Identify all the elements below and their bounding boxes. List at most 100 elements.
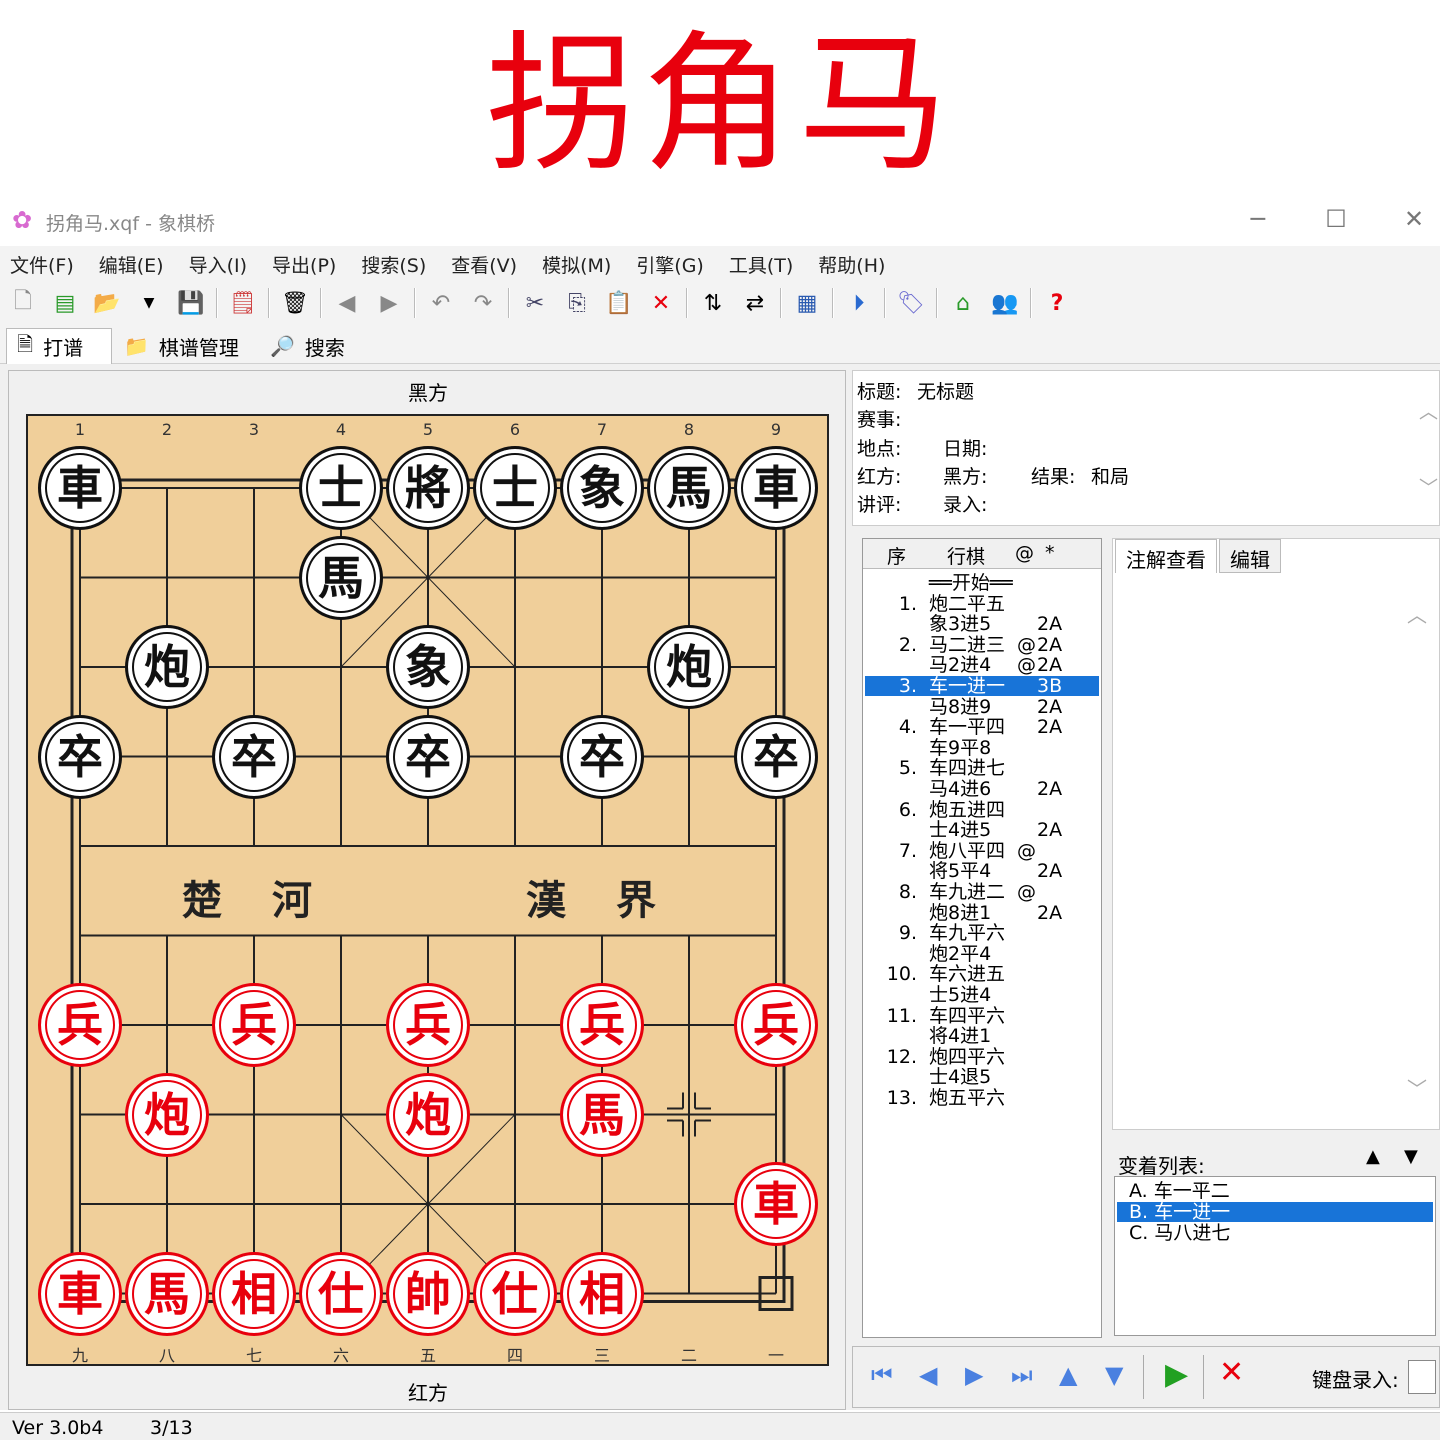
move-row[interactable]: 6. 炮五进四 — [865, 800, 1099, 820]
header-move[interactable]: 行棋 — [947, 542, 985, 569]
previous-move-icon[interactable]: ◀ — [919, 1361, 937, 1389]
black-piece[interactable]: 車 — [734, 446, 818, 530]
flip-vertical-icon[interactable]: ⇅ — [696, 286, 730, 320]
move-row[interactable]: 13. 炮五平六 — [865, 1088, 1099, 1108]
red-piece[interactable]: 炮 — [125, 1072, 209, 1157]
move-row[interactable]: 5. 车四进七 — [865, 758, 1099, 778]
copy-icon[interactable]: ⎘ — [560, 286, 594, 320]
move-row[interactable]: ══开始══ — [865, 573, 1099, 593]
list-icon[interactable]: ▤ — [48, 286, 82, 320]
move-row[interactable]: 车9平8 — [865, 738, 1099, 758]
black-piece[interactable]: 卒 — [734, 714, 818, 799]
menu-item[interactable]: 引擎(G) — [636, 251, 704, 278]
stop-icon[interactable]: ✕ — [1219, 1355, 1244, 1390]
flip-horizontal-icon[interactable]: ⇄ — [738, 286, 772, 320]
undo-icon[interactable]: ↶ — [424, 286, 458, 320]
menu-item[interactable]: 搜索(S) — [361, 251, 426, 278]
scroll-up-icon[interactable]: ︿ — [1407, 599, 1427, 628]
header-at[interactable]: @ — [1015, 542, 1034, 564]
red-piece[interactable]: 炮 — [386, 1072, 470, 1157]
minimize-icon[interactable]: ─ — [1238, 205, 1278, 233]
red-piece[interactable]: 仕 — [473, 1251, 557, 1336]
red-piece[interactable]: 車 — [38, 1251, 122, 1336]
menu-item[interactable]: 文件(F) — [10, 251, 74, 278]
move-list[interactable]: 序 行棋 @ * ══开始══ 1. 炮二平五 象3进5 2A 2. 马二进三 @2A 马2进4… — [862, 538, 1102, 1338]
header-star[interactable]: * — [1045, 542, 1055, 564]
move-row[interactable]: 3. 车一进一 3B — [865, 676, 1099, 696]
tab-note-view[interactable]: 注解查看 — [1115, 539, 1217, 573]
move-row[interactable]: 士4退5 — [865, 1067, 1099, 1087]
move-row[interactable]: 炮8进1 2A — [865, 903, 1099, 923]
menu-item[interactable]: 查看(V) — [451, 251, 517, 278]
red-piece[interactable]: 帥 — [386, 1251, 470, 1336]
header-number[interactable]: 序 — [887, 542, 906, 569]
move-row[interactable]: 马2进4 @2A — [865, 655, 1099, 675]
save-icon[interactable]: 💾 — [174, 286, 208, 320]
board-grid-icon[interactable]: ▦ — [790, 286, 824, 320]
play-icon[interactable]: ▶ — [1165, 1357, 1188, 1392]
help-icon[interactable]: ? — [1040, 286, 1074, 320]
scroll-down-icon[interactable]: ﹀ — [1419, 473, 1438, 500]
variation-item[interactable]: C. 马八进七 — [1117, 1223, 1433, 1243]
home-icon[interactable]: ⌂ — [946, 286, 980, 320]
variation-down-icon[interactable]: ▼ — [1105, 1361, 1123, 1389]
black-piece[interactable]: 卒 — [38, 714, 122, 799]
menu-item[interactable]: 帮助(H) — [818, 251, 885, 278]
move-row[interactable]: 将4进1 — [865, 1026, 1099, 1046]
tab-note-edit[interactable]: 编辑 — [1219, 539, 1281, 573]
tab-daipu[interactable]: 🗎 打谱 — [6, 328, 112, 364]
move-up-icon[interactable]: ▲ — [1366, 1146, 1380, 1167]
variation-item[interactable]: A. 车一平二 — [1117, 1181, 1433, 1201]
move-row[interactable]: 8. 车九进二 @ — [865, 882, 1099, 902]
red-piece[interactable]: 兵 — [734, 983, 818, 1067]
move-row[interactable]: 2. 马二进三 @2A — [865, 635, 1099, 655]
black-piece[interactable]: 卒 — [212, 714, 296, 799]
next-move-icon[interactable]: ▶ — [965, 1361, 983, 1389]
open-folder-icon[interactable]: 📂 — [90, 286, 124, 320]
move-row[interactable]: 4. 车一平四 2A — [865, 717, 1099, 737]
edit-doc-icon[interactable]: 🗒 — [226, 286, 260, 320]
red-piece[interactable]: 兵 — [212, 983, 296, 1067]
first-move-icon[interactable]: ⏮ — [871, 1361, 893, 1389]
black-piece[interactable]: 車 — [38, 446, 122, 530]
red-piece[interactable]: 仕 — [299, 1251, 383, 1336]
black-piece[interactable]: 卒 — [560, 714, 644, 799]
black-piece[interactable]: 象 — [560, 446, 644, 530]
move-row[interactable]: 士5进4 — [865, 985, 1099, 1005]
move-row[interactable]: 马4进6 2A — [865, 779, 1099, 799]
move-row[interactable]: 士4进5 2A — [865, 820, 1099, 840]
red-piece[interactable]: 兵 — [560, 983, 644, 1067]
black-piece[interactable]: 象 — [386, 625, 470, 709]
scroll-down-icon[interactable]: ﹀ — [1407, 1073, 1427, 1102]
red-piece[interactable]: 兵 — [386, 983, 470, 1067]
move-row[interactable]: 炮2平4 — [865, 944, 1099, 964]
menu-item[interactable]: 编辑(E) — [99, 251, 164, 278]
move-row[interactable]: 1. 炮二平五 — [865, 594, 1099, 614]
keyboard-input[interactable] — [1408, 1360, 1436, 1394]
red-piece[interactable]: 馬 — [125, 1251, 209, 1336]
move-down-icon[interactable]: ▼ — [1404, 1146, 1418, 1167]
red-piece[interactable]: 相 — [212, 1251, 296, 1336]
paste-icon[interactable]: 📋 — [602, 286, 636, 320]
black-piece[interactable]: 炮 — [125, 625, 209, 709]
menu-item[interactable]: 工具(T) — [729, 251, 793, 278]
cut-icon[interactable]: ✂ — [518, 286, 552, 320]
back-icon[interactable]: ◀ — [330, 286, 364, 320]
black-piece[interactable]: 馬 — [299, 535, 383, 620]
red-piece[interactable]: 相 — [560, 1251, 644, 1336]
black-piece[interactable]: 將 — [386, 446, 470, 530]
redo-icon[interactable]: ↷ — [466, 286, 500, 320]
move-row[interactable]: 7. 炮八平四 @ — [865, 841, 1099, 861]
move-row[interactable]: 11. 车四平六 — [865, 1006, 1099, 1026]
dropdown-icon[interactable]: ▼ — [132, 286, 166, 320]
tag-icon[interactable]: 🏷 — [894, 286, 928, 320]
red-piece[interactable]: 馬 — [560, 1072, 644, 1157]
delete-icon[interactable]: ✕ — [644, 286, 678, 320]
black-piece[interactable]: 卒 — [386, 714, 470, 799]
move-row[interactable]: 10. 车六进五 — [865, 964, 1099, 984]
variations-list[interactable]: A. 车一平二 B. 车一进一 C. 马八进七 — [1114, 1176, 1436, 1336]
black-piece[interactable]: 炮 — [647, 625, 731, 709]
users-icon[interactable]: 👥 — [988, 286, 1022, 320]
play-circle-icon[interactable]: ⏵ — [842, 286, 876, 320]
menu-item[interactable]: 模拟(M) — [542, 251, 611, 278]
